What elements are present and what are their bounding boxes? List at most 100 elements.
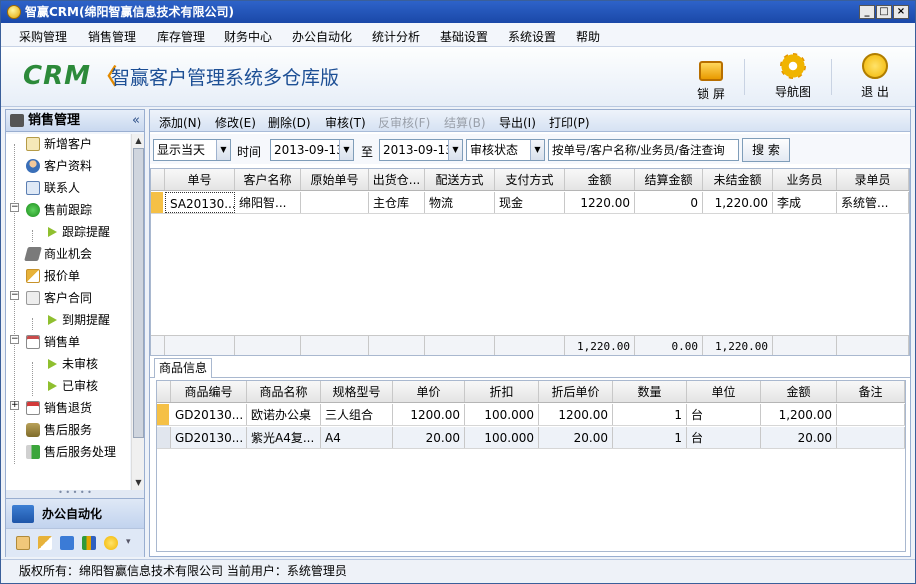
column-header[interactable]: 单价: [393, 381, 465, 402]
approve-button[interactable]: 审核(T): [325, 114, 366, 131]
period-select[interactable]: 显示当天 ▼: [153, 139, 231, 161]
table-cell: 1: [613, 404, 687, 425]
action-bar: 添加(N) 修改(E) 删除(D) 审核(T) 反审核(F) 结算(B) 导出(…: [150, 110, 910, 132]
column-header[interactable]: 未结金额: [703, 169, 773, 190]
delete-button[interactable]: 删除(D): [268, 114, 311, 131]
export-button[interactable]: 导出(I): [499, 114, 536, 131]
to-label: 至: [361, 145, 374, 159]
totals-cell: 1,220.00: [565, 336, 635, 355]
sales-module-shortcut-icon[interactable]: [16, 536, 30, 550]
column-header[interactable]: 原始单号: [301, 169, 369, 190]
menu-finance[interactable]: 财务中心: [224, 28, 272, 45]
column-header[interactable]: 商品名称: [247, 381, 321, 402]
table-row[interactable]: GD20130... 欧诺办公桌 三人组合 1200.00 100.000 12…: [157, 404, 905, 426]
column-header[interactable]: 录单员: [837, 169, 909, 190]
expander-contracts[interactable]: −: [10, 291, 19, 300]
column-header[interactable]: 配送方式: [425, 169, 495, 190]
menu-purchase[interactable]: 采购管理: [19, 28, 67, 45]
chevron-down-icon[interactable]: ▼: [216, 140, 230, 160]
settings-shortcut-icon[interactable]: [104, 536, 118, 550]
column-header[interactable]: 支付方式: [495, 169, 565, 190]
menu-sales[interactable]: 销售管理: [88, 28, 136, 45]
search-input[interactable]: 按单号/客户名称/业务员/备注查询: [548, 139, 739, 161]
sidebar-group-office-automation[interactable]: 办公自动化: [6, 498, 144, 528]
row-selector[interactable]: [157, 404, 169, 425]
table-cell: 100.000: [465, 404, 539, 425]
chevron-down-icon[interactable]: ▼: [530, 140, 544, 160]
unapprove-button[interactable]: 反审核(F): [378, 114, 430, 131]
office-shortcut-icon[interactable]: [60, 536, 74, 550]
sidebar-item-label: 报价单: [44, 269, 81, 283]
quote-shortcut-icon[interactable]: [38, 536, 52, 550]
column-header[interactable]: 备注: [837, 381, 905, 402]
splitter-grip[interactable]: • • • • •: [6, 489, 144, 498]
table-row[interactable]: SA20130... 绵阳智... 主仓库 物流 现金 1220.00 0 1,…: [151, 192, 909, 214]
column-header[interactable]: 结算金额: [635, 169, 703, 190]
sidebar-scrollbar[interactable]: ▲ ▼: [131, 134, 144, 490]
search-button[interactable]: 搜 索: [742, 138, 790, 162]
exit-button[interactable]: 退 出: [847, 51, 903, 105]
column-header[interactable]: 折扣: [465, 381, 539, 402]
menu-statistics[interactable]: 统计分析: [372, 28, 420, 45]
lock-screen-button[interactable]: 锁 屏: [683, 51, 739, 105]
settle-button[interactable]: 结算(B): [444, 114, 486, 131]
scroll-down-arrow-icon[interactable]: ▼: [132, 476, 145, 489]
opportunity-icon: [24, 247, 42, 261]
column-header[interactable]: 出货仓...: [369, 169, 425, 190]
scroll-up-arrow-icon[interactable]: ▲: [132, 134, 145, 147]
column-header[interactable]: 客户名称: [235, 169, 301, 190]
column-header[interactable]: 数量: [613, 381, 687, 402]
after-sales-icon: [26, 423, 40, 437]
menu-basic-settings[interactable]: 基础设置: [440, 28, 488, 45]
date-from-picker[interactable]: 2013-09-13 ▼: [270, 139, 354, 161]
minimize-button[interactable]: _: [859, 5, 875, 19]
play-arrow-icon: [48, 381, 57, 391]
products-table: 商品编号 商品名称 规格型号 单价 折扣 折后单价 数量 单位 金额 备注 GD…: [156, 380, 906, 552]
contract-icon: [26, 291, 40, 305]
maximize-button[interactable]: □: [876, 5, 892, 19]
column-header[interactable]: 规格型号: [321, 381, 393, 402]
sidebar-group-label: 办公自动化: [42, 507, 103, 521]
column-header[interactable]: 金额: [565, 169, 635, 190]
print-button[interactable]: 打印(P): [549, 114, 590, 131]
menu-inventory[interactable]: 库存管理: [157, 28, 205, 45]
scrollbar-thumb[interactable]: [133, 148, 144, 438]
table-cell: [301, 192, 369, 213]
table-row[interactable]: GD20130... 紫光A4复... A4 20.00 100.000 20.…: [157, 427, 905, 449]
navigation-map-button[interactable]: 导航图: [765, 51, 821, 105]
expander-presales[interactable]: −: [10, 203, 19, 212]
expander-sales-orders[interactable]: −: [10, 335, 19, 344]
table-cell: 100.000: [465, 427, 539, 448]
collapse-sidebar-button[interactable]: «: [132, 110, 140, 132]
chevron-down-icon[interactable]: ▼: [339, 140, 353, 160]
menu-office[interactable]: 办公自动化: [292, 28, 352, 45]
status-select[interactable]: 审核状态 ▼: [466, 139, 545, 161]
menu-help[interactable]: 帮助: [576, 28, 600, 45]
sidebar-item-label: 客户合同: [44, 291, 93, 305]
column-header[interactable]: 单位: [687, 381, 761, 402]
close-button[interactable]: ×: [893, 5, 909, 19]
sidebar-item-label: 商业机会: [44, 247, 93, 261]
expander-sales-returns[interactable]: +: [10, 401, 19, 410]
chevron-down-icon[interactable]: ▼: [448, 140, 462, 160]
column-header[interactable]: 单号: [165, 169, 235, 190]
tab-product-info[interactable]: 商品信息: [154, 358, 212, 378]
column-header[interactable]: 金额: [761, 381, 837, 402]
column-header[interactable]: 商品编号: [171, 381, 247, 402]
table-cell: [837, 427, 905, 448]
add-button[interactable]: 添加(N): [159, 114, 201, 131]
time-label: 时间: [237, 145, 262, 159]
column-header[interactable]: 折后单价: [539, 381, 613, 402]
totals-cell: [369, 336, 425, 355]
app-window: 智赢CRM(绵阳智赢信息技术有限公司) _ □ × 采购管理 销售管理 库存管理…: [0, 0, 916, 584]
statistics-shortcut-icon[interactable]: [82, 536, 96, 550]
row-selector[interactable]: [157, 427, 171, 448]
column-header[interactable]: 业务员: [773, 169, 837, 190]
sidebar-item-label: 到期提醒: [62, 313, 111, 327]
edit-button[interactable]: 修改(E): [215, 114, 256, 131]
menu-system-settings[interactable]: 系统设置: [508, 28, 556, 45]
products-table-header: 商品编号 商品名称 规格型号 单价 折扣 折后单价 数量 单位 金额 备注: [157, 381, 905, 403]
date-to-picker[interactable]: 2013-09-13 ▼: [379, 139, 463, 161]
more-shortcuts-chevron-icon[interactable]: ▾: [126, 537, 136, 551]
row-selector[interactable]: [151, 192, 163, 213]
